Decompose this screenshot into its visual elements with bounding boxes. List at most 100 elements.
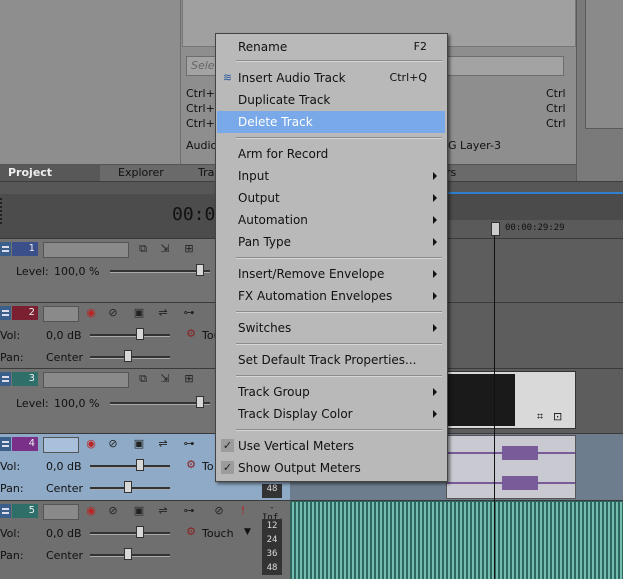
menu-item-insert-audio-track[interactable]: ≋ Insert Audio Track Ctrl+Q [217, 67, 445, 89]
drag-handle-icon[interactable] [0, 306, 11, 320]
alert-icon[interactable]: ! [236, 504, 250, 518]
automation-mode[interactable]: To [202, 460, 214, 473]
menu-item-set-default-track-properties[interactable]: Set Default Track Properties... [217, 349, 445, 371]
solo-icon[interactable]: ▣ [132, 504, 146, 518]
track-name-field[interactable] [43, 242, 129, 258]
menu-item-arm-for-record[interactable]: Arm for Record [217, 143, 445, 165]
level-slider[interactable] [110, 402, 210, 405]
vol-value: 0,0 dB [46, 329, 82, 342]
meter-tick: 12 [266, 521, 278, 531]
fx-icon[interactable]: ⊡ [553, 410, 562, 423]
bypass-icon[interactable]: ⊘ [212, 504, 226, 518]
fx-chain-icon[interactable]: ⊶ [182, 437, 196, 451]
track-name-field[interactable] [43, 372, 129, 388]
chevron-down-icon[interactable]: ▼ [244, 527, 251, 537]
fx-icon[interactable]: ⊞ [182, 242, 196, 256]
menu-item-label: Pan Type [238, 235, 292, 249]
menu-separator [236, 257, 442, 259]
menu-item-insert-remove-envelope[interactable]: Insert/Remove Envelope [217, 263, 445, 285]
submenu-arrow-icon [433, 388, 437, 396]
volume-slider-knob[interactable] [136, 459, 144, 471]
arm-record-icon[interactable]: ◉ [84, 504, 98, 518]
menu-separator [236, 137, 442, 139]
menu-item-rename[interactable]: Rename F2 [217, 36, 445, 58]
menu-item-show-output-meters[interactable]: ✓ Show Output Meters [217, 457, 445, 479]
track-number: 2 [12, 306, 38, 320]
level-slider-knob[interactable] [196, 396, 204, 408]
fx-chain-icon[interactable]: ⊶ [182, 306, 196, 320]
gear-icon[interactable]: ⚙ [184, 525, 198, 539]
menu-item-pan-type[interactable]: Pan Type [217, 231, 445, 253]
mute-icon[interactable]: ⊘ [106, 504, 120, 518]
audio-clip[interactable] [446, 435, 576, 499]
menu-item-output[interactable]: Output [217, 187, 445, 209]
volume-slider[interactable] [90, 334, 170, 337]
menu-item-input[interactable]: Input [217, 165, 445, 187]
menu-item-automation[interactable]: Automation [217, 209, 445, 231]
drag-handle-icon[interactable] [0, 504, 11, 518]
mute-icon[interactable]: ⊘ [106, 437, 120, 451]
menu-item-label: Duplicate Track [238, 93, 331, 107]
submenu-arrow-icon [433, 194, 437, 202]
solo-icon[interactable]: ▣ [132, 437, 146, 451]
tab-explorer[interactable]: Explorer [110, 165, 180, 182]
volume-slider[interactable] [90, 465, 170, 468]
time-display[interactable]: 00:0 [172, 204, 215, 225]
gear-icon[interactable]: ⚙ [184, 458, 198, 472]
menu-item-use-vertical-meters[interactable]: ✓ Use Vertical Meters [217, 435, 445, 457]
arm-record-icon[interactable]: ◉ [84, 306, 98, 320]
drag-handle-icon[interactable] [0, 437, 11, 451]
fx-icon[interactable]: ⊞ [182, 372, 196, 386]
track-name-field[interactable] [43, 504, 79, 520]
automation-icon[interactable]: ⇌ [156, 306, 170, 320]
volume-slider[interactable] [90, 532, 170, 535]
project-media-panel [0, 0, 181, 164]
automation-icon[interactable]: ⇌ [156, 437, 170, 451]
level-slider[interactable] [110, 270, 210, 273]
pan-slider-knob[interactable] [124, 548, 132, 560]
crop-icon[interactable]: ⌗ [537, 410, 543, 424]
pan-slider-knob[interactable] [124, 481, 132, 493]
track-name-field[interactable] [43, 306, 79, 322]
menu-item-label: Track Display Color [238, 407, 353, 421]
gear-icon[interactable]: ⚙ [184, 327, 198, 341]
automation-icon[interactable]: ⇌ [156, 504, 170, 518]
composite-mode-icon[interactable]: ⧉ [136, 242, 150, 256]
menu-item-track-group[interactable]: Track Group [217, 381, 445, 403]
pan-value: Center [46, 482, 84, 495]
playhead-handle[interactable] [491, 222, 500, 236]
pan-slider-knob[interactable] [124, 350, 132, 362]
volume-slider-knob[interactable] [136, 328, 144, 340]
menu-item-fx-automation-envelopes[interactable]: FX Automation Envelopes [217, 285, 445, 307]
volume-slider-knob[interactable] [136, 526, 144, 538]
mute-icon[interactable]: ⊘ [106, 306, 120, 320]
motion-icon[interactable]: ⇲ [158, 372, 172, 386]
menu-item-duplicate-track[interactable]: Duplicate Track [217, 89, 445, 111]
tab-project-media[interactable]: Project Media [0, 165, 100, 195]
video-clip[interactable]: ⌗ ⊡ [446, 371, 576, 429]
grip-handle-icon[interactable] [0, 198, 8, 224]
track-header-5[interactable]: 5 ◉ ⊘ ▣ ⇌ ⊶ ⊘ ! Vol: 0,0 dB ⚙ Touch ▼ Pa… [0, 500, 290, 579]
drag-handle-icon[interactable] [0, 372, 11, 386]
clip-thumbnail [447, 374, 515, 426]
composite-mode-icon[interactable]: ⧉ [136, 372, 150, 386]
menu-separator [236, 60, 442, 62]
search-placeholder: Sele [191, 59, 215, 72]
submenu-arrow-icon [433, 172, 437, 180]
menu-item-track-display-color[interactable]: Track Display Color [217, 403, 445, 425]
meter-tick: 48 [266, 563, 278, 573]
fx-chain-icon[interactable]: ⊶ [182, 504, 196, 518]
automation-mode[interactable]: Touch [202, 527, 234, 540]
arm-record-icon[interactable]: ◉ [84, 437, 98, 451]
level-slider-knob[interactable] [196, 264, 204, 276]
solo-icon[interactable]: ▣ [132, 306, 146, 320]
meter-tick: 24 [266, 535, 278, 545]
submenu-arrow-icon [433, 270, 437, 278]
drag-handle-icon[interactable] [0, 242, 11, 256]
right-panel-strip [576, 0, 623, 191]
menu-item-delete-track[interactable]: Delete Track [217, 111, 445, 133]
menu-item-switches[interactable]: Switches [217, 317, 445, 339]
track-name-field[interactable] [43, 437, 79, 453]
motion-icon[interactable]: ⇲ [158, 242, 172, 256]
vol-label: Vol: [0, 527, 21, 540]
